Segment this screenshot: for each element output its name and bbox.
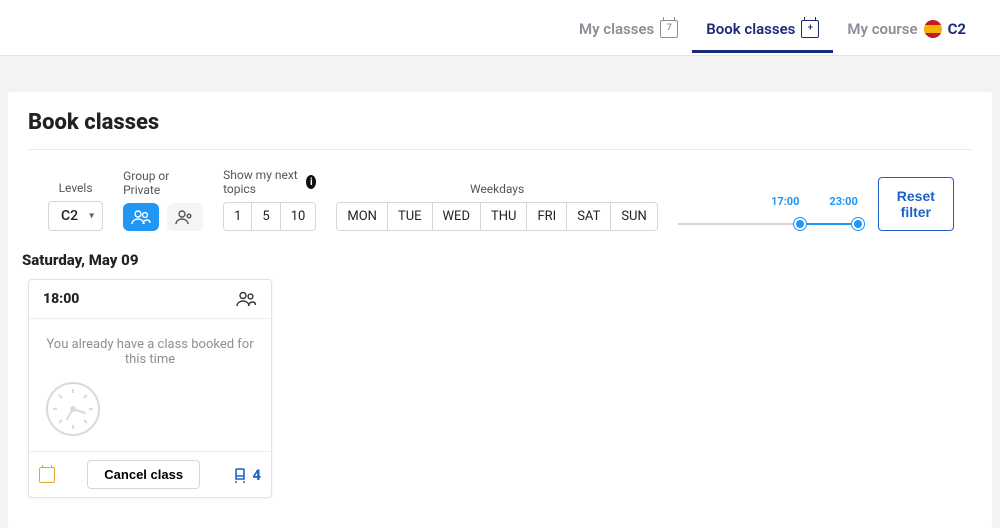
weekday-mon[interactable]: MON <box>337 203 388 230</box>
nav-book-classes-label: Book classes <box>706 20 795 38</box>
weekday-thu[interactable]: THU <box>481 203 527 230</box>
time-slider[interactable] <box>678 223 858 225</box>
weekday-fri[interactable]: FRI <box>527 203 567 230</box>
nav-my-classes[interactable]: My classes 7 <box>565 4 692 52</box>
slider-handle-to[interactable] <box>852 218 864 230</box>
calendar-icon: 7 <box>660 20 678 38</box>
my-classes-count: 7 <box>667 24 672 33</box>
seat-icon <box>232 467 248 483</box>
seats-available: 4 <box>232 466 261 484</box>
group-private-label: Group or Private <box>123 169 203 197</box>
filter-next-topics: Show my next topics i 1 5 10 <box>223 168 316 231</box>
book-classes-badge: + <box>808 24 813 33</box>
clock-icon <box>43 379 257 439</box>
private-icon <box>175 209 195 225</box>
top-nav: My classes 7 Book classes + My course C2 <box>0 0 1000 56</box>
filters-bar: Levels C2 Group or Private <box>28 168 972 231</box>
nav-my-course[interactable]: My course C2 <box>833 4 980 52</box>
group-icon <box>131 209 151 225</box>
nav-my-classes-label: My classes <box>579 20 654 38</box>
topics-1[interactable]: 1 <box>224 203 252 230</box>
card-footer: Cancel class 4 <box>29 451 271 497</box>
filter-levels: Levels C2 <box>48 181 103 231</box>
time-to-label: 23:00 <box>829 195 857 208</box>
weekdays-label: Weekdays <box>470 182 524 196</box>
weekday-sat[interactable]: SAT <box>567 203 611 230</box>
card-time: 18:00 <box>43 291 79 307</box>
topics-5[interactable]: 5 <box>252 203 280 230</box>
page-title: Book classes <box>28 110 972 150</box>
weekday-wed[interactable]: WED <box>433 203 481 230</box>
nav-my-course-label: My course <box>847 20 917 38</box>
course-level-badge: C2 <box>948 20 966 38</box>
group-option[interactable] <box>123 203 159 231</box>
reset-filter-button[interactable]: Reset filter <box>878 177 954 231</box>
card-header: 18:00 <box>29 280 271 319</box>
next-topics-group: 1 5 10 <box>223 202 316 231</box>
private-option[interactable] <box>167 203 203 231</box>
levels-select[interactable]: C2 <box>48 201 103 231</box>
calendar-plus-icon: + <box>801 20 819 38</box>
info-icon[interactable]: i <box>306 175 316 189</box>
filter-weekdays: Weekdays MON TUE WED THU FRI SAT SUN <box>336 182 657 231</box>
card-body: You already have a class booked for this… <box>29 319 271 451</box>
calendar-icon <box>39 467 55 483</box>
weekday-sun[interactable]: SUN <box>611 203 656 230</box>
levels-label: Levels <box>59 181 93 195</box>
weekdays-group: MON TUE WED THU FRI SAT SUN <box>336 202 657 231</box>
group-icon <box>235 290 257 308</box>
page: Book classes Levels C2 Group or Private <box>8 92 992 528</box>
card-message: You already have a class booked for this… <box>43 337 257 367</box>
nav-book-classes[interactable]: Book classes + <box>692 4 833 52</box>
filter-group-private: Group or Private <box>123 169 203 231</box>
filter-time-range: 17:00 23:00 <box>678 195 858 231</box>
slider-handle-from[interactable] <box>794 218 806 230</box>
cancel-class-button[interactable]: Cancel class <box>87 460 200 489</box>
seats-number: 4 <box>252 466 261 484</box>
next-topics-label: Show my next topics <box>223 168 302 196</box>
weekday-tue[interactable]: TUE <box>388 203 433 230</box>
class-card: 18:00 You already have a class booked fo… <box>28 279 272 498</box>
time-from-label: 17:00 <box>771 195 799 208</box>
topics-10[interactable]: 10 <box>281 203 316 230</box>
date-heading: Saturday, May 09 <box>22 251 972 269</box>
levels-value: C2 <box>61 208 78 224</box>
flag-es-icon <box>924 20 942 38</box>
